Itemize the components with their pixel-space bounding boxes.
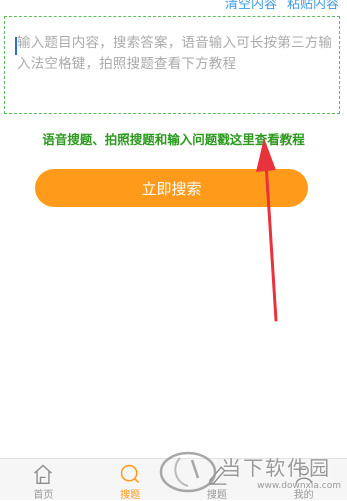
search-now-button[interactable]: 立即搜索 (35, 169, 308, 207)
watermark-brand: 当下软件园 (221, 452, 331, 481)
tab-home[interactable]: 首页 (0, 459, 86, 501)
top-actions: 清空内容 粘贴内容 (225, 0, 339, 12)
tab-home-label: 首页 (33, 486, 53, 501)
watermark-url: www.downxia.com (257, 481, 341, 491)
question-input[interactable] (17, 33, 335, 109)
watermark-logo-icon (158, 448, 218, 494)
paste-content-link[interactable]: 粘贴内容 (287, 0, 339, 12)
watermark: 当下软件园 www.downxia.com (158, 448, 341, 494)
watermark-text: 当下软件园 www.downxia.com (221, 452, 341, 491)
clear-content-link[interactable]: 清空内容 (225, 0, 277, 12)
search-icon (116, 463, 144, 485)
home-icon (29, 463, 57, 485)
question-input-box (4, 16, 340, 114)
tutorial-link[interactable]: 语音搜题、拍照搜题和输入问题戳这里查看教程 (0, 129, 347, 148)
tab-search-label: 搜题 (120, 486, 140, 501)
